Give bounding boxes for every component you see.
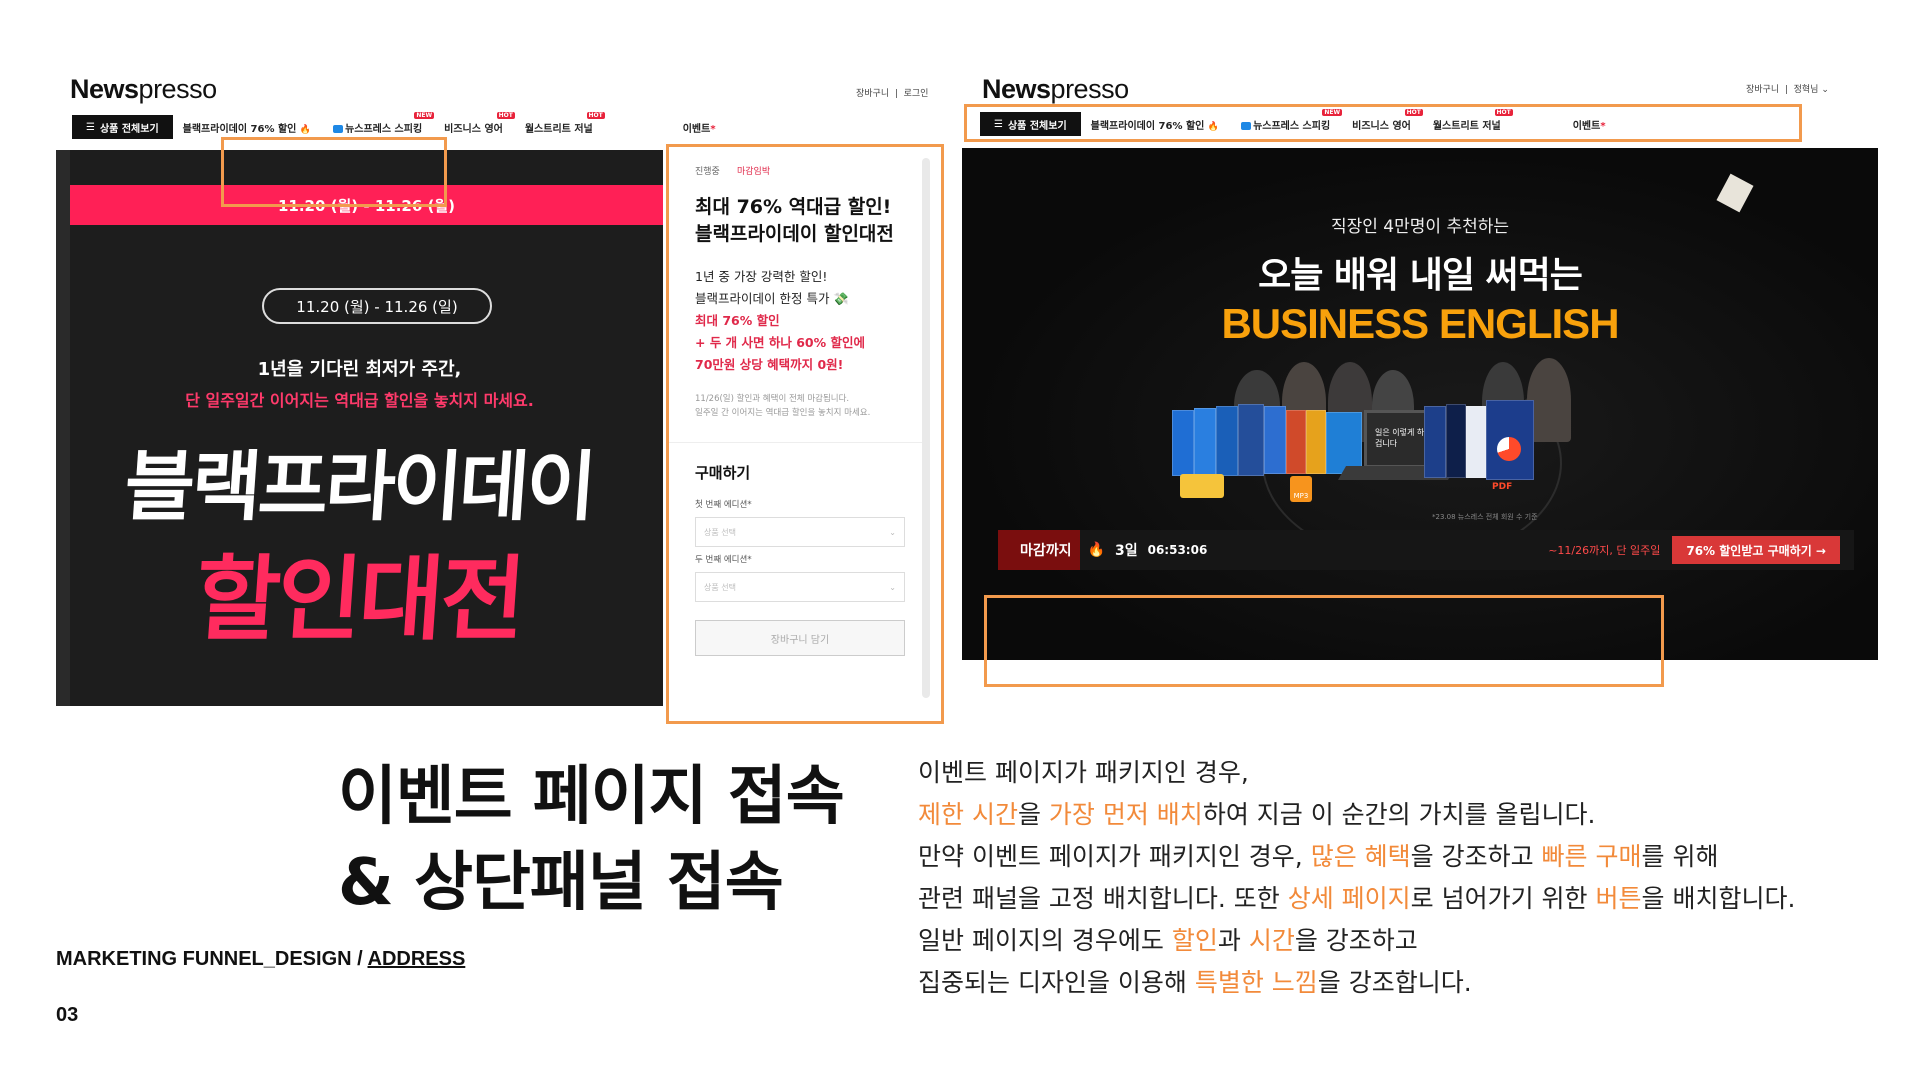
description-line-6: 집중되는 디자인을 이용해 특별한 느낌을 강조합니다.: [918, 968, 1472, 997]
description-line-3: 만약 이벤트 페이지가 패키지인 경우, 많은 혜택을 강조하고 빠른 구매를 …: [918, 842, 1719, 871]
folder-icon: [1180, 474, 1224, 498]
book-cover: [1306, 410, 1326, 474]
sticky-purchase-bar: 마감까지 🔥 3일 06:53:06 ~11/26까지, 단 일주일 76% 할…: [998, 530, 1854, 570]
menu-icon: ☰: [86, 121, 95, 133]
countdown-days: 3일: [1114, 543, 1138, 559]
book-cover: [1466, 406, 1486, 478]
description-line-1: 이벤트 페이지가 패키지인 경우,: [918, 758, 1249, 787]
all-products-button[interactable]: ☰ 상품 전체보기: [72, 115, 173, 139]
nav-item-blackfriday[interactable]: 블랙프라이데이 76% 할인 🔥: [183, 120, 311, 135]
util-links: 장바구니 | 정혁님 ⌄: [1746, 85, 1829, 95]
address-link[interactable]: ADDRESS: [368, 948, 466, 970]
book-cover: [1446, 404, 1466, 478]
flame-icon: 🔥: [1087, 542, 1105, 558]
hot-badge: HOT: [586, 111, 605, 119]
user-menu[interactable]: 정혁님: [1794, 85, 1819, 95]
countdown-timer: 🔥 3일 06:53:06: [1080, 540, 1208, 560]
highlight-box-bar: [984, 595, 1664, 687]
hero-line-1: 1년을 기다린 최저가 주간,: [257, 359, 462, 380]
highlight-box-nav: [964, 104, 1802, 142]
page-number: 03: [56, 1004, 79, 1026]
deadline-note: ~11/26까지, 단 일주일: [1548, 544, 1661, 557]
buy-now-button[interactable]: 76% 할인받고 구매하기 →: [1672, 536, 1840, 564]
highlight-box-date: [221, 137, 447, 207]
hero-line-2: 단 일주일간 이어지는 역대급 할인을 놓치지 마세요.: [185, 391, 534, 410]
description: 이벤트 페이지가 패키지인 경우, 제한 시간을 가장 먼저 배치하여 지금 이…: [918, 752, 1795, 1004]
book-cover: [1194, 408, 1216, 476]
speaking-icon: [333, 124, 344, 133]
book-cover: [1172, 410, 1194, 476]
business-english-hero: 직장인 4만명이 추천하는 오늘 배워 내일 써먹는 BUSINESS ENGL…: [962, 148, 1878, 660]
book-cover: [1486, 400, 1534, 480]
hero-title: 오늘 배워 내일 써먹는: [1258, 255, 1583, 296]
newspresso-logo[interactable]: Newspresso: [70, 74, 217, 105]
newspresso-logo[interactable]: Newspresso: [982, 74, 1129, 105]
chevron-down-icon: ⌄: [1821, 85, 1829, 95]
login-link[interactable]: 로그인: [904, 89, 929, 99]
cart-link[interactable]: 장바구니: [1746, 85, 1779, 95]
book-cover: [1286, 410, 1306, 474]
book-cover: [1238, 404, 1264, 476]
nav-item-event[interactable]: 이벤트*: [683, 120, 716, 135]
flame-icon: 🔥: [299, 124, 312, 135]
book-cover: [1424, 406, 1446, 478]
slide-heading-2: & 상단패널 접속: [338, 846, 784, 920]
book-cover: [1216, 406, 1238, 476]
slide-heading-1: 이벤트 페이지 접속: [338, 760, 845, 834]
nav-item-business[interactable]: 비즈니스 영어 HOT: [444, 111, 515, 135]
hero-left-margin: [56, 150, 70, 706]
hero-title-sale: 할인대전: [191, 546, 526, 653]
footnote: *23.08 뉴스레스 전체 회원 수 기준: [1432, 513, 1538, 521]
confetti-shape: [1716, 173, 1754, 213]
nav-item-speaking[interactable]: 뉴스프레스 스피킹 NEW: [333, 111, 435, 135]
mp3-icon: MP3: [1290, 476, 1312, 502]
top-nav: ☰ 상품 전체보기 블랙프라이데이 76% 할인 🔥 뉴스프레스 스피킹 NEW 비…: [72, 111, 942, 139]
hero-business-english: BUSINESS ENGLISH: [1221, 300, 1619, 347]
pdf-label: PDF: [1492, 482, 1513, 492]
book-cover: [1264, 406, 1286, 474]
slide: Newspresso 장바구니 | 로그인 ☰ 상품 전체보기 블랙프라이데이 7…: [0, 0, 1920, 1080]
nav-item-wsj[interactable]: 월스트리트 저널 HOT: [525, 111, 605, 135]
left-screenshot: Newspresso 장바구니 | 로그인 ☰ 상품 전체보기 블랙프라이데이 7…: [56, 60, 948, 724]
hero-title-blackfriday: 블랙프라이데이: [121, 442, 597, 531]
blackfriday-hero: 11.20 (월) - 11.26 (월) 11.20 (월) - 11.26 …: [56, 150, 663, 706]
book-cover: [1326, 412, 1362, 474]
cart-link[interactable]: 장바구니: [856, 89, 889, 99]
countdown-time: 06:53:06: [1147, 543, 1208, 557]
util-links: 장바구니 | 로그인: [856, 89, 929, 99]
new-badge: NEW: [414, 111, 435, 119]
description-line-2: 제한 시간을 가장 먼저 배치하여 지금 이 순간의 가치를 올립니다.: [918, 800, 1596, 829]
deadline-label: 마감까지: [998, 530, 1080, 570]
hero-subtitle: 직장인 4만명이 추천하는: [1330, 217, 1510, 237]
pie-graphic: [1497, 437, 1521, 461]
date-pill: 11.20 (월) - 11.26 (일): [262, 288, 492, 324]
description-line-5: 일반 페이지의 경우에도 할인과 시간을 강조하고: [918, 926, 1418, 955]
hot-badge: HOT: [496, 111, 515, 119]
description-line-4: 관련 패널을 고정 배치합니다. 또한 상세 페이지로 넘어가기 위한 버튼을 …: [918, 884, 1796, 913]
highlight-box-panel: [666, 144, 944, 724]
right-screenshot: Newspresso 장바구니 | 정혁님 ⌄ ☰ 상품 전체보기 블랙프라이데이…: [958, 60, 1878, 700]
section-caption: MARKETING FUNNEL_DESIGN / ADDRESS: [56, 948, 466, 970]
